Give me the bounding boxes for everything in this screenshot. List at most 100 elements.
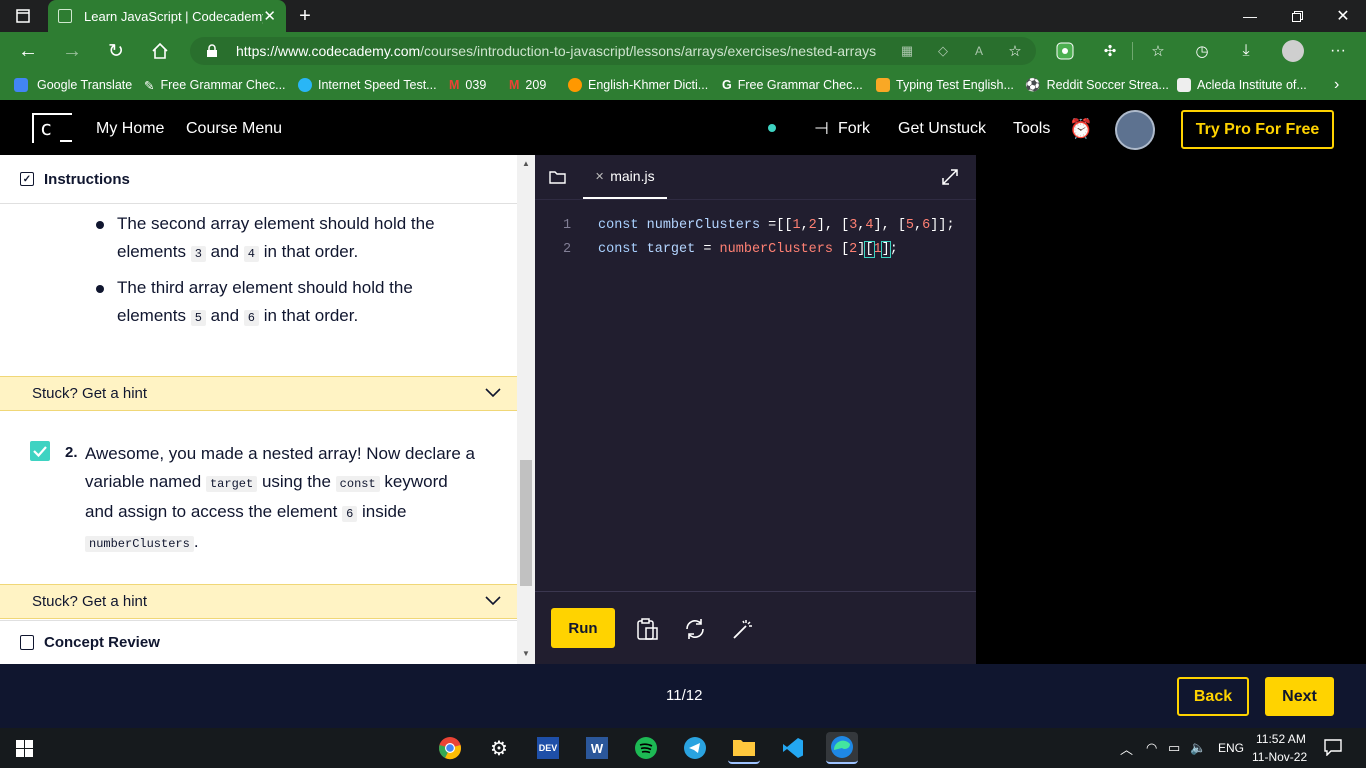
bullet-text: elements — [117, 306, 186, 325]
language-indicator[interactable]: ENG — [1218, 741, 1244, 755]
bookmark-item[interactable]: M 039 — [449, 70, 486, 100]
more-menu-icon[interactable]: ··· — [1328, 40, 1348, 62]
bookmarks-more-chevron-icon[interactable]: › — [1334, 70, 1339, 100]
magic-wand-icon[interactable] — [731, 617, 755, 646]
bookmark-item[interactable]: Internet Speed Test... — [298, 70, 437, 100]
document-icon — [20, 635, 34, 650]
hint-toggle[interactable]: Stuck? Get a hint — [0, 584, 517, 619]
output-panel — [976, 155, 1366, 664]
fork-button[interactable]: Fork — [838, 120, 870, 138]
restore-icon[interactable] — [1287, 4, 1307, 28]
settings-gear-icon[interactable]: ⚙ — [483, 732, 515, 764]
browser-tab-active[interactable]: Learn JavaScript | Codecademy ✕ — [48, 0, 286, 32]
network-icon[interactable]: ◠ — [1146, 740, 1157, 756]
task-complete-checkbox[interactable] — [30, 441, 50, 461]
instructions-scrollbar[interactable]: ▲ ▼ — [517, 155, 535, 664]
edge-browser-icon[interactable] — [826, 732, 858, 764]
run-button[interactable]: Run — [551, 608, 615, 648]
dev-app-icon[interactable]: DEV — [532, 732, 564, 764]
tools-button[interactable]: Tools — [1013, 120, 1050, 138]
expand-icon[interactable] — [941, 168, 959, 191]
history-icon[interactable]: ◷ — [1192, 41, 1212, 61]
code-line-1[interactable]: const numberClusters =[[1,2], [3,4], [5,… — [598, 218, 955, 233]
hint-toggle[interactable]: Stuck? Get a hint — [0, 376, 517, 411]
fork-icon: ⊣ — [814, 119, 829, 138]
telegram-icon[interactable] — [679, 732, 711, 764]
alarm-clock-icon[interactable]: ⏰ — [1069, 117, 1093, 141]
tray-chevron-up-icon[interactable]: ︿ — [1120, 739, 1133, 758]
tab-close-icon[interactable]: ✕ — [263, 7, 276, 25]
bullet-text: and — [210, 242, 240, 261]
tab-actions-icon[interactable] — [12, 6, 34, 26]
bullet-text: and — [210, 306, 240, 325]
try-pro-button[interactable]: Try Pro For Free — [1181, 110, 1334, 149]
bookmark-item[interactable]: Typing Test English... — [876, 70, 1014, 100]
notifications-icon[interactable] — [1324, 739, 1342, 761]
scroll-up-icon[interactable]: ▲ — [522, 159, 530, 168]
chrome-icon[interactable] — [434, 732, 466, 764]
favorites-icon[interactable]: ☆ — [1148, 41, 1168, 61]
extensions-puzzle-icon[interactable]: ✣ — [1100, 41, 1120, 61]
folder-icon[interactable] — [549, 170, 566, 189]
bullet-text: The third array element should hold the — [117, 278, 413, 297]
bookmarks-bar: Google Translate ✎ Free Grammar Chec... I… — [0, 70, 1366, 100]
inline-code: 5 — [190, 310, 206, 326]
bookmark-item[interactable]: M 209 — [509, 70, 546, 100]
gmail-icon: M — [449, 78, 460, 92]
my-home-link[interactable]: My Home — [96, 120, 164, 138]
bookmark-item[interactable]: Acleda Institute of... — [1177, 70, 1307, 100]
bookmark-item[interactable]: English-Khmer Dicti... — [568, 70, 708, 100]
battery-icon[interactable]: ▭ — [1168, 740, 1180, 756]
profile-avatar-icon[interactable] — [1282, 40, 1304, 62]
bullet-text: in that order. — [263, 306, 359, 325]
vscode-icon[interactable] — [777, 732, 809, 764]
hint-label: Stuck? Get a hint — [32, 385, 148, 402]
volume-icon[interactable]: 🔈 — [1190, 740, 1206, 756]
bookmark-item[interactable]: ⚽ Reddit Soccer Strea... — [1025, 70, 1169, 100]
downloads-icon[interactable]: ⤓ — [1236, 41, 1256, 61]
bookmark-item[interactable]: G Free Grammar Chec... — [722, 70, 863, 100]
forward-arrow-icon[interactable]: → — [60, 40, 84, 62]
home-icon[interactable] — [148, 40, 172, 62]
code-line-2[interactable]: const target = numberClusters [2][1]; — [598, 241, 898, 258]
extension-green-icon[interactable] — [1055, 41, 1075, 61]
clock-time[interactable]: 11:52 AM — [1256, 732, 1306, 746]
instruction-bullet: The second array element should hold the… — [96, 210, 506, 268]
bookmark-label: 039 — [465, 78, 487, 92]
file-close-icon[interactable]: ✕ — [595, 170, 604, 183]
minimize-icon[interactable]: — — [1240, 4, 1260, 28]
task-text: Awesome, you made a nested array! Now de… — [85, 444, 475, 463]
shopping-tag-icon[interactable]: ◇ — [934, 42, 952, 60]
instructions-header[interactable]: ✓ Instructions — [0, 155, 517, 204]
back-button[interactable]: Back — [1177, 677, 1249, 716]
translate-icon — [14, 78, 28, 92]
new-tab-icon[interactable]: + — [294, 4, 316, 28]
read-aloud-icon[interactable]: A — [968, 42, 990, 60]
bookmark-item[interactable]: Google Translate — [14, 70, 132, 100]
refresh-icon[interactable]: ↻ — [104, 40, 128, 62]
line-number: 2 — [563, 242, 572, 257]
spotify-icon[interactable] — [630, 732, 662, 764]
back-arrow-icon[interactable]: ← — [16, 40, 40, 62]
google-icon: G — [722, 78, 732, 92]
reset-icon[interactable] — [683, 617, 707, 646]
window-close-icon[interactable]: ✕ — [1333, 4, 1353, 28]
next-button[interactable]: Next — [1265, 677, 1334, 716]
lesson-footer: 11/12 — [0, 664, 1366, 728]
user-avatar[interactable] — [1115, 110, 1155, 150]
bookmark-item[interactable]: ✎ Free Grammar Chec... — [144, 70, 286, 100]
course-menu-link[interactable]: Course Menu — [186, 120, 282, 138]
copy-clipboard-icon[interactable] — [635, 617, 659, 646]
concept-review-toggle[interactable]: Concept Review — [0, 620, 517, 664]
word-icon[interactable]: W — [581, 732, 613, 764]
app-available-icon[interactable]: ▦ — [898, 42, 916, 60]
add-favorite-icon[interactable]: ☆ — [1004, 42, 1026, 60]
get-unstuck-button[interactable]: Get Unstuck — [898, 120, 986, 138]
logo-underscore — [60, 140, 72, 142]
scroll-down-icon[interactable]: ▼ — [522, 649, 530, 658]
file-explorer-icon[interactable] — [728, 732, 760, 764]
file-tab-main-js[interactable]: ✕ main.js — [583, 155, 667, 199]
clock-date[interactable]: 11-Nov-22 — [1252, 750, 1307, 764]
scrollbar-thumb[interactable] — [520, 460, 532, 586]
windows-start-icon[interactable] — [16, 740, 33, 762]
